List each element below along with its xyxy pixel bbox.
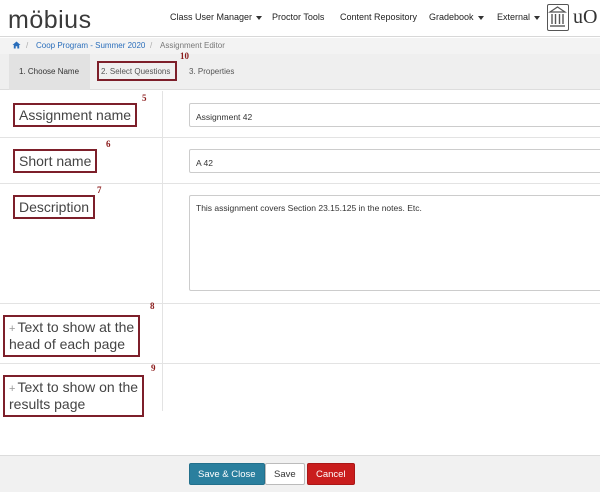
breadcrumb: / Coop Program - Summer 2020 / Assignmen… bbox=[0, 38, 600, 54]
save-close-button[interactable]: Save & Close bbox=[189, 463, 265, 485]
annotation-number-5: 5 bbox=[142, 93, 147, 103]
tab-select-questions[interactable]: 2. Select Questions bbox=[97, 61, 177, 81]
university-logo-text: uO bbox=[573, 6, 598, 28]
description-label: Description bbox=[13, 195, 96, 219]
building-glyph bbox=[548, 6, 567, 27]
description-textarea[interactable]: This assignment covers Section 23.15.125… bbox=[189, 195, 600, 291]
cancel-button[interactable]: Cancel bbox=[307, 463, 355, 485]
results-text-label-line1: Text to show on the bbox=[17, 379, 139, 395]
nav-class-user-manager-label: Class User Manager bbox=[170, 12, 253, 22]
annotation-number-7: 7 bbox=[97, 185, 102, 195]
nav-external[interactable]: External bbox=[497, 12, 541, 22]
row-divider bbox=[0, 363, 600, 364]
annotation-number-10: 10 bbox=[180, 51, 189, 61]
results-text-label-line2: results page bbox=[9, 396, 86, 412]
tab-select-questions-label: 2. Select Questions bbox=[101, 67, 171, 76]
nav-gradebook[interactable]: Gradebook bbox=[429, 12, 484, 22]
head-text-label-line1: Text to show at the bbox=[17, 319, 135, 335]
home-glyph bbox=[12, 41, 21, 49]
assignment-name-input[interactable]: Assignment 42 bbox=[189, 103, 600, 127]
expand-plus-icon: + bbox=[9, 323, 16, 335]
form-footer: Save & Close Save Cancel bbox=[0, 455, 600, 492]
nav-gradebook-label: Gradebook bbox=[429, 12, 474, 22]
results-text-toggle[interactable]: + Text to show on the results page bbox=[3, 375, 145, 417]
breadcrumb-separator: / bbox=[26, 41, 29, 50]
tab-choose-name[interactable]: 1. Choose Name bbox=[9, 54, 90, 90]
short-name-input[interactable]: A 42 bbox=[189, 149, 600, 173]
breadcrumb-course-link[interactable]: Coop Program - Summer 2020 bbox=[36, 41, 145, 50]
annotation-number-8: 8 bbox=[150, 301, 155, 311]
chevron-down-icon bbox=[256, 15, 263, 20]
expand-plus-icon: + bbox=[9, 383, 16, 395]
nav-external-label: External bbox=[497, 12, 531, 22]
head-text-label-line2: head of each page bbox=[9, 336, 125, 352]
nav-class-user-manager[interactable]: Class User Manager bbox=[170, 12, 263, 22]
top-navbar: möbius Class User Manager Proctor Tools … bbox=[0, 0, 600, 37]
annotation-number-6: 6 bbox=[106, 139, 111, 149]
annotation-number-9: 9 bbox=[151, 363, 156, 373]
tab-properties[interactable]: 3. Properties bbox=[189, 54, 249, 90]
breadcrumb-current: Assignment Editor bbox=[160, 41, 225, 50]
wizard-steps: 1. Choose Name 2. Select Questions 3. Pr… bbox=[0, 51, 600, 90]
short-name-label: Short name bbox=[13, 149, 98, 173]
nav-proctor-tools[interactable]: Proctor Tools bbox=[272, 12, 324, 22]
row-divider bbox=[0, 183, 600, 184]
row-divider bbox=[0, 303, 600, 304]
chevron-down-icon bbox=[534, 15, 541, 20]
home-icon[interactable] bbox=[12, 41, 21, 51]
assignment-name-label: Assignment name bbox=[13, 103, 138, 127]
university-building-icon bbox=[547, 4, 569, 31]
breadcrumb-separator: / bbox=[150, 41, 153, 50]
save-button[interactable]: Save bbox=[265, 463, 305, 485]
chevron-down-icon bbox=[477, 15, 484, 20]
row-divider bbox=[0, 137, 600, 138]
mobius-logo[interactable]: möbius bbox=[8, 6, 92, 35]
tab-choose-name-label: 1. Choose Name bbox=[19, 67, 80, 76]
head-text-toggle[interactable]: + Text to show at the head of each page bbox=[3, 315, 141, 357]
nav-content-repository[interactable]: Content Repository bbox=[340, 12, 417, 22]
tab-properties-label: 3. Properties bbox=[189, 67, 235, 76]
